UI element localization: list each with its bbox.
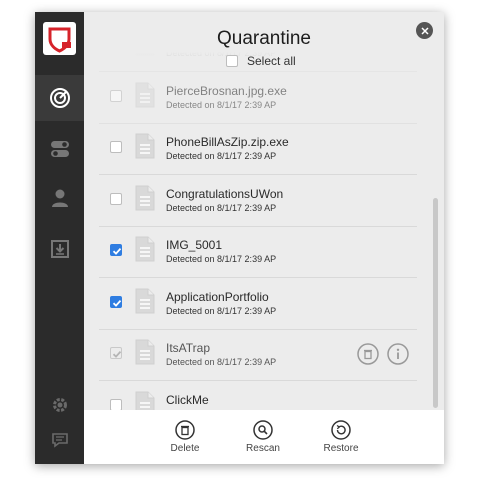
file-name: IMG_5001 bbox=[166, 238, 223, 252]
file-name: PierceBrosnan.jpg.exe bbox=[166, 84, 287, 98]
detected-date: Detected on 8/1/17 2:39 AP bbox=[166, 151, 277, 161]
row-checkbox[interactable] bbox=[110, 193, 122, 205]
gear-icon bbox=[52, 398, 67, 412]
document-icon bbox=[135, 391, 155, 410]
sidebar-item-feedback[interactable] bbox=[35, 417, 84, 463]
trash-icon bbox=[175, 420, 195, 440]
list-scrollbar[interactable] bbox=[433, 198, 438, 408]
row-checkbox[interactable] bbox=[110, 296, 122, 308]
restore-button[interactable]: Restore bbox=[311, 420, 371, 454]
list-item[interactable]: ClickMeDetected on 8/1/17 2:39 AP bbox=[99, 381, 417, 410]
file-name: ItsATrap bbox=[166, 341, 211, 355]
sidebar-item-settings-toggles[interactable] bbox=[35, 126, 84, 172]
shield-logo-icon bbox=[48, 27, 71, 53]
close-button[interactable] bbox=[416, 22, 433, 39]
sidebar-item-downloads[interactable] bbox=[35, 226, 84, 272]
sidebar bbox=[35, 12, 84, 464]
row-info-button[interactable] bbox=[387, 343, 409, 365]
restore-label: Restore bbox=[323, 443, 359, 454]
quarantine-window: ReminderNoticeDetected on 8/1/17 2:39 AP… bbox=[35, 12, 444, 464]
radar-icon bbox=[49, 88, 70, 108]
brand-logo[interactable] bbox=[43, 22, 76, 55]
select-all[interactable]: Select all bbox=[226, 54, 296, 68]
document-icon bbox=[135, 82, 155, 108]
sidebar-item-scan[interactable] bbox=[35, 75, 84, 121]
detected-date: Detected on 8/1/17 2:39 AP bbox=[166, 254, 277, 264]
document-icon bbox=[135, 133, 155, 159]
row-checkbox[interactable] bbox=[110, 90, 122, 102]
detected-date: Detected on 8/1/17 2:39 AP bbox=[166, 306, 277, 316]
page-title: Quarantine bbox=[216, 28, 311, 49]
rescan-label: Rescan bbox=[246, 443, 280, 454]
main-panel: ReminderNoticeDetected on 8/1/17 2:39 AP… bbox=[84, 12, 444, 464]
checkmark-icon bbox=[112, 299, 122, 307]
delete-label: Delete bbox=[170, 443, 200, 454]
list-item[interactable]: PhoneBillAsZip.zip.exe Detected on 8/1/17… bbox=[99, 123, 417, 175]
detected-date: Detected on 8/1/17 2:39 AP bbox=[166, 100, 277, 110]
file-name: PhoneBillAsZip.zip.exe bbox=[166, 135, 289, 149]
detected-date: Detected on 8/1/17 2:39 AP bbox=[166, 357, 277, 367]
restore-icon bbox=[331, 420, 351, 440]
row-checkbox[interactable] bbox=[110, 141, 122, 153]
row-delete-button[interactable] bbox=[357, 343, 379, 365]
list-item[interactable]: ApplicationPortfolio Detected on 8/1/17 2… bbox=[99, 278, 417, 330]
document-icon bbox=[135, 236, 155, 262]
document-icon bbox=[135, 185, 155, 211]
message-icon bbox=[51, 433, 68, 448]
delete-button[interactable]: Delete bbox=[155, 420, 215, 454]
row-checkbox bbox=[110, 347, 122, 359]
panel-header: Quarantine Select all bbox=[84, 12, 444, 84]
user-icon bbox=[51, 189, 68, 207]
file-name: ApplicationPortfolio bbox=[166, 290, 269, 304]
action-footer: Delete Rescan Restore bbox=[84, 410, 444, 464]
document-icon bbox=[135, 339, 155, 365]
magnifier-icon bbox=[253, 420, 273, 440]
file-name: ClickMe bbox=[166, 393, 209, 407]
list-item[interactable]: ItsATrap Detected on 8/1/17 2:39 AP bbox=[99, 329, 417, 381]
sidebar-item-account[interactable] bbox=[35, 175, 84, 221]
close-icon bbox=[420, 26, 429, 35]
row-checkbox[interactable] bbox=[110, 399, 122, 410]
rescan-button[interactable]: Rescan bbox=[233, 420, 293, 454]
file-name: CongratulationsUWon bbox=[166, 187, 284, 201]
download-icon bbox=[50, 240, 69, 258]
row-checkbox[interactable] bbox=[110, 244, 122, 256]
select-all-label: Select all bbox=[247, 54, 296, 68]
detected-date: Detected on 8/1/17 2:39 AP bbox=[166, 203, 277, 213]
list-item[interactable]: CongratulationsUWon Detected on 8/1/17 2:… bbox=[99, 175, 417, 227]
list-item[interactable]: IMG_5001 Detected on 8/1/17 2:39 AP bbox=[99, 226, 417, 278]
trash-icon bbox=[357, 343, 379, 365]
checkmark-icon bbox=[112, 247, 122, 255]
info-icon bbox=[387, 343, 409, 365]
checkmark-icon bbox=[112, 350, 122, 358]
document-icon bbox=[135, 288, 155, 314]
toggles-icon bbox=[50, 141, 69, 157]
select-all-checkbox[interactable] bbox=[226, 55, 238, 67]
